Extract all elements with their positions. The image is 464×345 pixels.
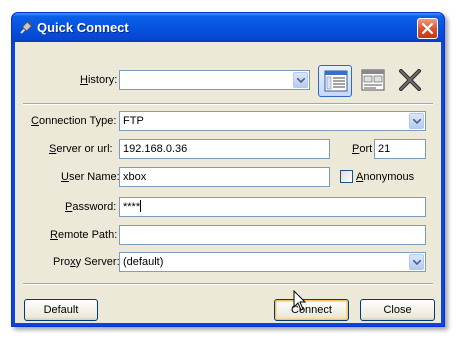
close-icon xyxy=(421,22,434,35)
separator-top xyxy=(23,103,433,105)
mouse-pointer-icon xyxy=(293,290,307,311)
close-button[interactable]: Close xyxy=(360,299,435,321)
chevron-down-icon[interactable] xyxy=(409,254,424,270)
title-bar[interactable]: Quick Connect xyxy=(12,13,444,42)
port-label: Port xyxy=(352,143,373,155)
separator-bottom xyxy=(23,283,433,285)
proxy-server-select[interactable]: (default) xyxy=(119,252,426,272)
session-list-button[interactable] xyxy=(356,65,390,97)
session-list-icon xyxy=(361,69,385,91)
site-manager-button[interactable] xyxy=(318,65,352,97)
text-caret xyxy=(140,200,142,212)
password-input[interactable]: **** xyxy=(119,197,426,217)
server-label: Server or url: xyxy=(49,143,113,155)
delete-icon xyxy=(399,69,421,91)
site-manager-icon xyxy=(324,70,348,92)
quick-connect-dialog: Quick Connect History: Connection Type: … xyxy=(11,12,445,327)
remote-path-input[interactable] xyxy=(119,225,426,245)
chevron-down-icon[interactable] xyxy=(409,113,424,129)
port-input[interactable]: 21 xyxy=(374,139,426,159)
connection-type-select[interactable]: FTP xyxy=(119,111,426,131)
default-button[interactable]: Default xyxy=(24,299,98,321)
chevron-down-icon[interactable] xyxy=(293,72,308,88)
connection-type-label: Connection Type: xyxy=(31,115,117,127)
password-label: Password: xyxy=(65,201,117,213)
history-combo[interactable] xyxy=(119,70,310,90)
plug-icon xyxy=(18,20,34,36)
anonymous-checkbox[interactable] xyxy=(340,170,353,183)
dialog-client-area: History: Connection Type: FTP Server or … xyxy=(15,42,441,323)
anonymous-label[interactable]: Anonymous xyxy=(356,169,414,185)
remote-path-label: Remote Path: xyxy=(50,229,118,241)
user-name-label: User Name: xyxy=(61,171,120,183)
window-title: Quick Connect xyxy=(37,20,129,35)
history-label: History: xyxy=(80,74,118,86)
server-input[interactable]: 192.168.0.36 xyxy=(119,139,330,159)
close-window-button[interactable] xyxy=(417,18,438,39)
user-name-input[interactable]: xbox xyxy=(119,167,330,187)
delete-history-button[interactable] xyxy=(393,65,427,97)
connect-button[interactable]: Connect xyxy=(274,299,349,321)
proxy-server-label: Proxy Server: xyxy=(53,256,120,268)
